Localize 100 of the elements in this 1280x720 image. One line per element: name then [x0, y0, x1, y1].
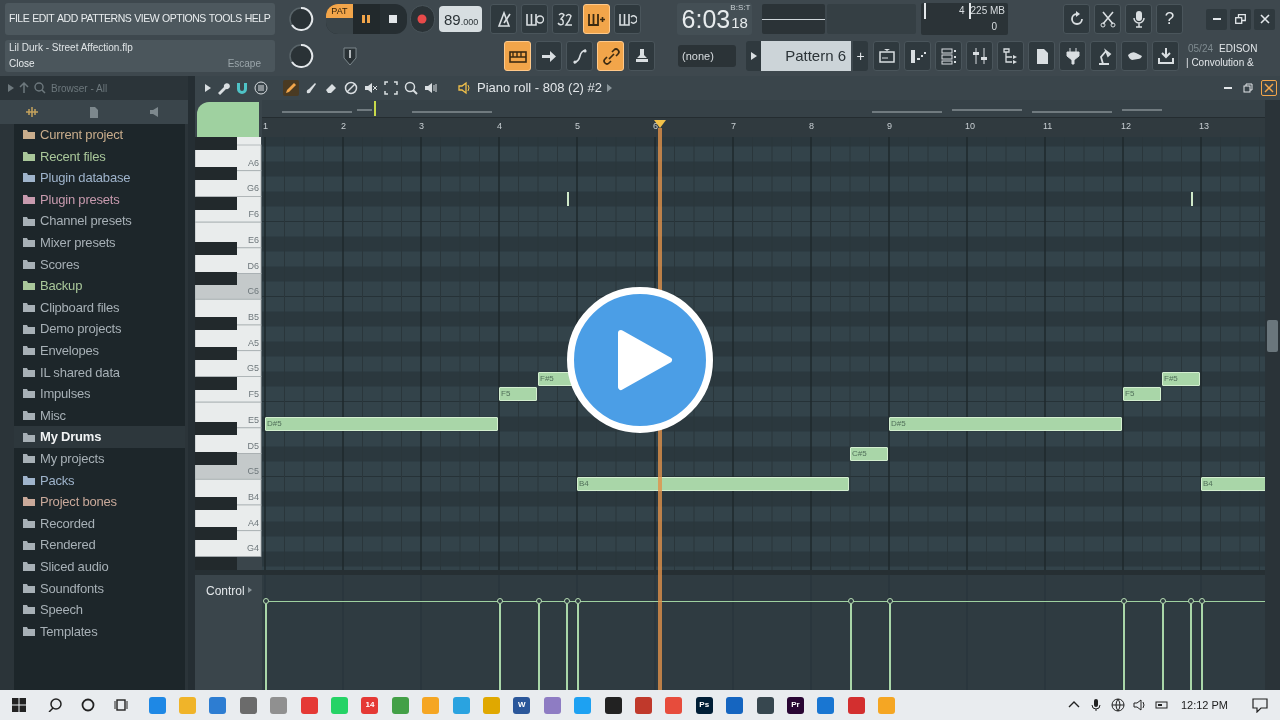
note[interactable]: D#5 — [265, 417, 498, 431]
taskbar-app[interactable]: W — [506, 690, 538, 720]
browser-item[interactable]: Templates — [14, 620, 185, 643]
folder-tree-button[interactable] — [997, 41, 1024, 71]
tool-button[interactable] — [403, 80, 419, 96]
minimize-button[interactable] — [1206, 8, 1227, 30]
pattern-selector[interactable]: Pattern 6 — [761, 41, 851, 71]
scrollbar-thumb[interactable] — [1267, 320, 1278, 352]
browser-item[interactable]: Misc — [14, 404, 185, 427]
add-pattern-button[interactable]: + — [853, 41, 868, 71]
menu-item[interactable]: HELP — [244, 11, 271, 27]
velocity-lane[interactable] — [262, 575, 1265, 690]
toggle-button[interactable] — [566, 41, 593, 71]
snap-dropdown[interactable]: (none) — [678, 45, 736, 67]
note[interactable]: B4 — [577, 477, 849, 491]
browser-item[interactable]: Channel presets — [14, 210, 185, 232]
browser-item[interactable]: Packs — [14, 469, 185, 492]
help-button[interactable]: ? — [1156, 4, 1183, 34]
browser-item[interactable]: Demo projects — [14, 318, 185, 340]
tempo-field[interactable]: 89.000 — [438, 6, 483, 32]
taskbar-app[interactable]: Ps — [689, 690, 720, 720]
note[interactable]: F5 — [1123, 387, 1161, 401]
velocity-bar[interactable] — [1187, 598, 1195, 690]
toggle-button[interactable] — [490, 4, 518, 34]
velocity-bar[interactable] — [262, 598, 269, 690]
menu-item[interactable]: VIEW — [134, 11, 160, 27]
velocity-bar[interactable] — [496, 598, 503, 690]
tool-button[interactable] — [423, 80, 439, 96]
tool-button[interactable] — [343, 80, 359, 96]
vertical-scrollbar[interactable] — [1265, 100, 1280, 690]
note-grid[interactable]: D#5 F5 F#5 B4 C#5 D#5 F5 F#5 B4 — [262, 137, 1265, 570]
browser-item[interactable]: Project bones — [14, 491, 185, 513]
menu-item[interactable]: FILE — [9, 11, 30, 27]
menu-item[interactable]: PATTERNS — [80, 11, 132, 27]
plug-button[interactable] — [1059, 41, 1086, 71]
menu-item[interactable]: TOOLS — [208, 11, 242, 27]
piano-keyboard-drawing[interactable] — [195, 137, 262, 570]
plugin-picker[interactable]: 05/24 EDISON | Convolution & — [1186, 42, 1258, 70]
tool-button[interactable] — [283, 80, 299, 96]
velocity-bar[interactable] — [886, 598, 893, 690]
scissors-button[interactable] — [1094, 4, 1121, 34]
velocity-bar[interactable] — [563, 598, 571, 690]
menu-item[interactable]: EDIT — [32, 11, 55, 27]
note[interactable] — [566, 192, 569, 206]
toggle-button[interactable] — [552, 4, 580, 34]
browser-item[interactable]: Current project — [14, 124, 185, 146]
microphone-button[interactable] — [1125, 4, 1152, 34]
browser-item[interactable]: Recent files — [14, 145, 185, 168]
browser-item[interactable]: Recorded — [14, 512, 185, 535]
volume-knob[interactable] — [288, 6, 314, 32]
close-button[interactable] — [1261, 80, 1277, 96]
velocity-bar[interactable] — [535, 598, 542, 690]
browser-item[interactable]: Soundfonts — [14, 577, 185, 600]
close-button[interactable] — [1254, 8, 1275, 30]
note[interactable]: C#5 — [850, 447, 888, 461]
note[interactable]: D#5 — [889, 417, 1122, 431]
taskbar-app[interactable]: Pr — [780, 690, 811, 720]
note[interactable]: F#5 — [1162, 372, 1200, 386]
pitch-knob[interactable] — [288, 43, 314, 69]
velocity-bar[interactable] — [1120, 598, 1127, 690]
hand-button[interactable] — [1121, 41, 1148, 71]
channel-rack-button[interactable] — [935, 41, 962, 71]
note[interactable]: F5 — [499, 387, 537, 401]
restore-button[interactable] — [1230, 8, 1251, 30]
mixer-button[interactable] — [966, 41, 993, 71]
browser-item[interactable]: Impulses — [14, 383, 185, 405]
taskbar-app[interactable]: 14 — [354, 690, 386, 720]
velocity-bar[interactable] — [1159, 598, 1166, 690]
toggle-button[interactable] — [521, 4, 549, 34]
browser-item[interactable]: Rendered — [14, 534, 185, 556]
piano-roll-button[interactable] — [904, 41, 931, 71]
playlist-button[interactable] — [873, 41, 900, 71]
browser-item[interactable]: Plugin presets — [14, 188, 185, 211]
toggle-button[interactable] — [628, 41, 655, 71]
desk-lamp-button[interactable] — [1090, 41, 1117, 71]
velocity-bar[interactable] — [574, 598, 581, 690]
menu-item[interactable]: OPTIONS — [162, 11, 206, 27]
browser-item[interactable]: Plugin database — [14, 167, 185, 189]
tool-button[interactable] — [363, 80, 379, 96]
browser-item[interactable]: My projects — [14, 447, 185, 470]
play-pause-button[interactable] — [352, 4, 380, 34]
timeline-ruler[interactable]: 1 2 3 4 5 6 7 8 9 10 11 12 13 — [262, 117, 1265, 137]
note[interactable] — [1190, 192, 1193, 206]
browser-item[interactable]: Sliced audio — [14, 555, 185, 578]
document-button[interactable] — [1028, 41, 1055, 71]
toggle-button[interactable] — [535, 41, 562, 71]
velocity-bar[interactable] — [1198, 598, 1205, 690]
browser-item[interactable]: IL shared data — [14, 361, 185, 384]
note[interactable]: B4 — [1201, 477, 1265, 491]
menu-item[interactable]: ADD — [57, 11, 78, 27]
browser-item[interactable]: Mixer presets — [14, 231, 185, 254]
browser-item[interactable]: Scores — [14, 253, 185, 276]
tool-button[interactable] — [383, 80, 399, 96]
velocity-bar[interactable] — [847, 598, 854, 690]
browser-item[interactable]: My Drums — [14, 426, 185, 448]
record-button[interactable] — [409, 5, 435, 33]
restore-button[interactable] — [1241, 81, 1255, 95]
toggle-button[interactable] — [614, 4, 642, 34]
browser-item[interactable]: Clipboard files — [14, 296, 185, 319]
download-button[interactable] — [1152, 41, 1179, 71]
